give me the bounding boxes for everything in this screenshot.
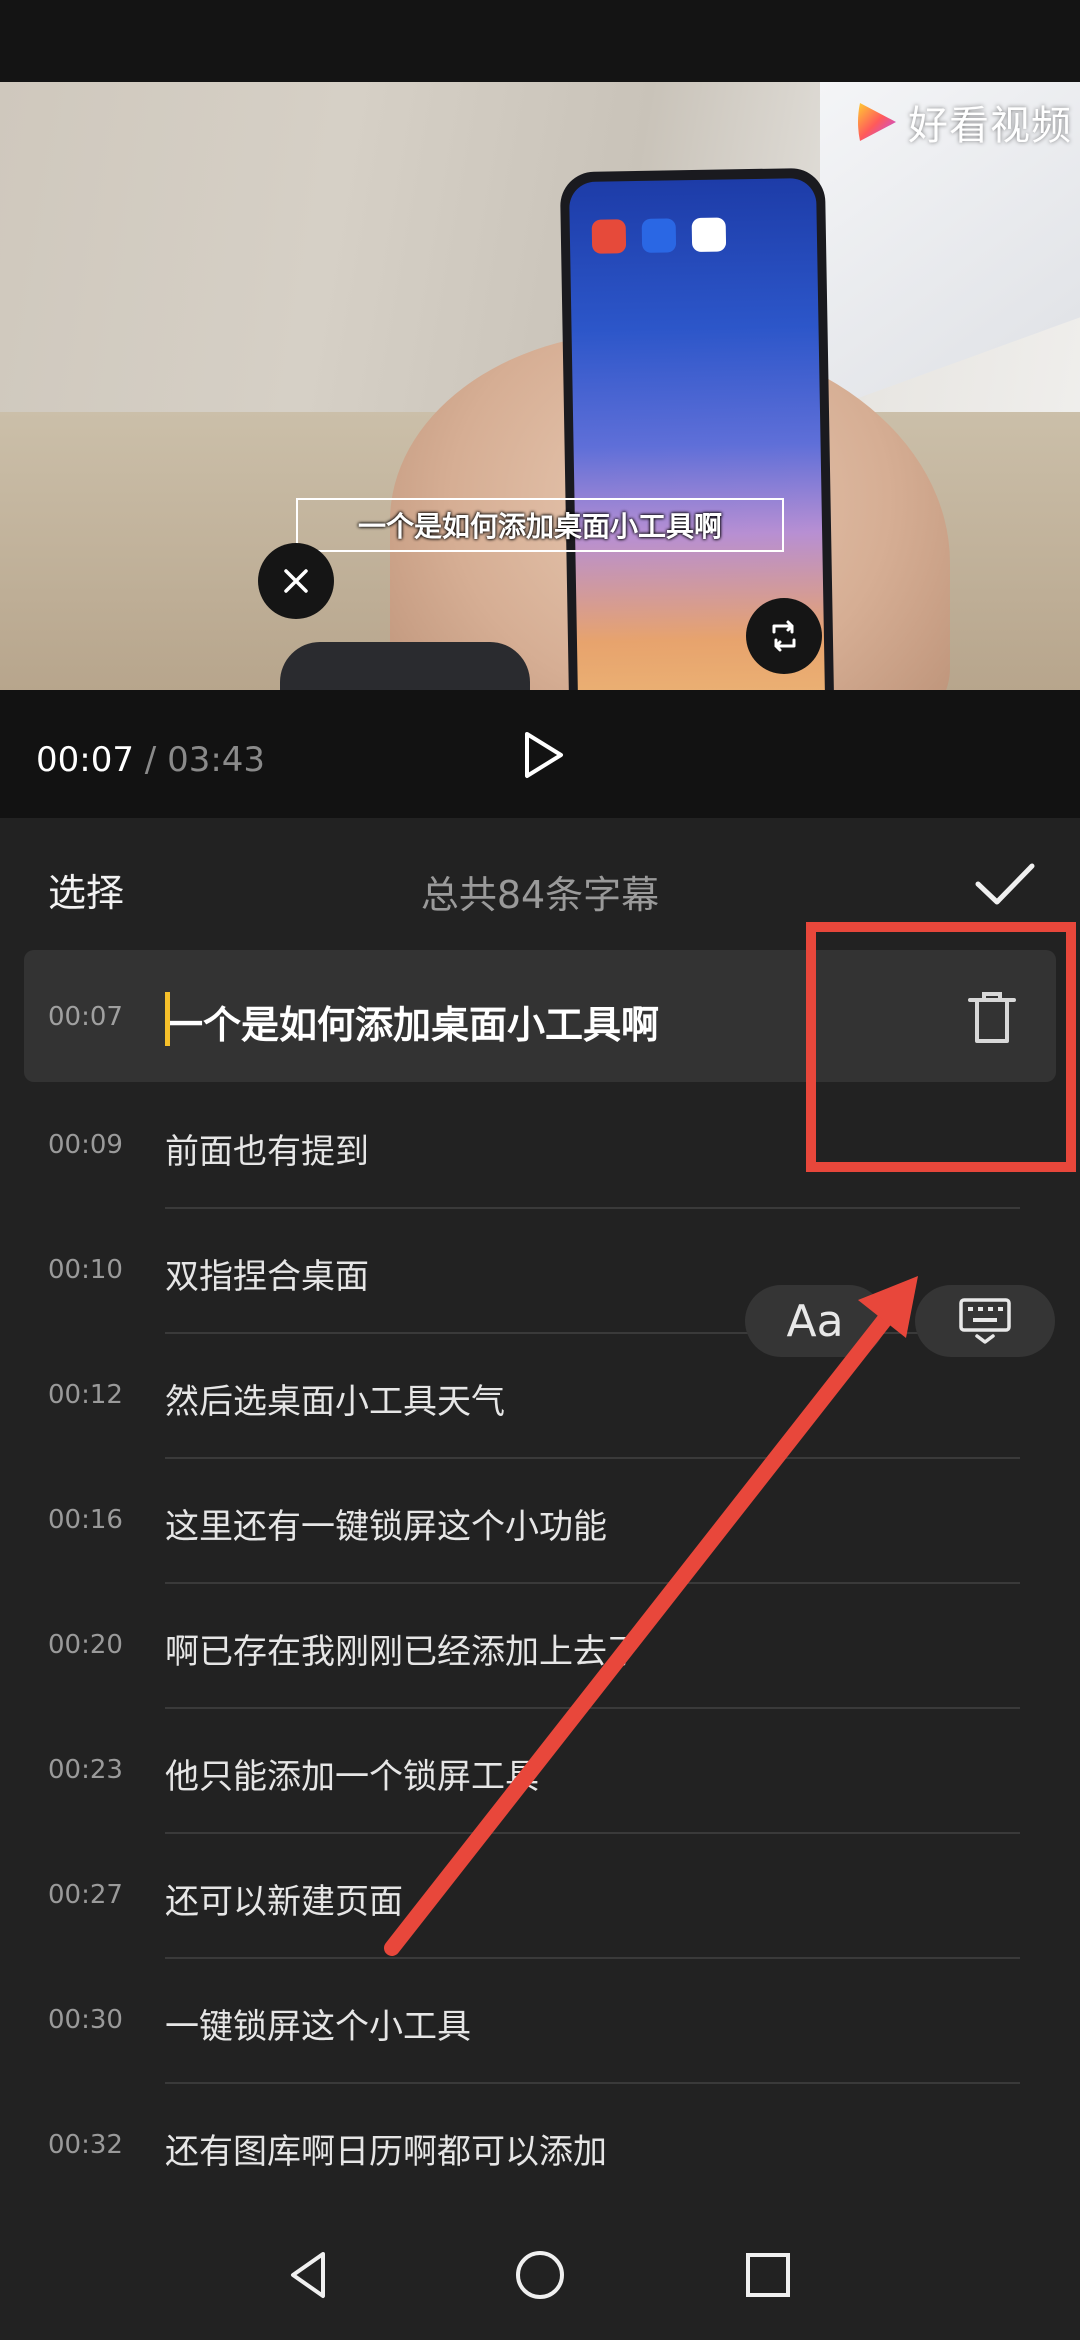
back-icon	[291, 2252, 325, 2298]
system-navigation-bar	[0, 2205, 1080, 2340]
nav-home-button[interactable]	[500, 2235, 580, 2315]
home-icon	[516, 2251, 564, 2299]
nav-back-button[interactable]	[268, 2235, 348, 2315]
nav-recents-button[interactable]	[728, 2235, 808, 2315]
annotation-arrow-icon	[384, 1276, 918, 1956]
recents-icon	[746, 2253, 790, 2297]
